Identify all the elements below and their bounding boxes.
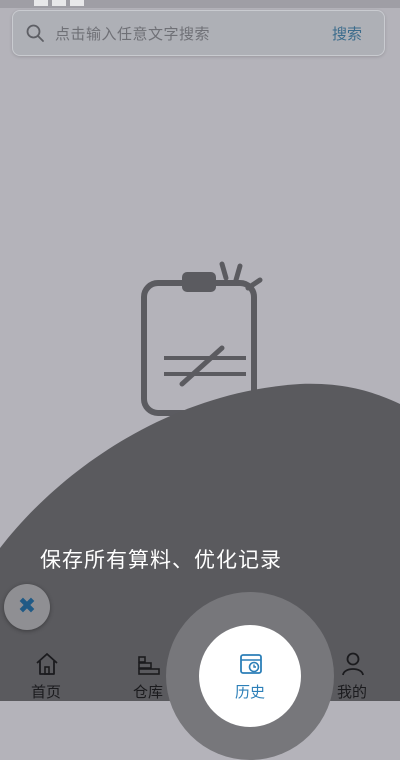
bottom-tab-bar: 首页 仓库 历史 我的: [0, 646, 400, 701]
history-icon: [240, 654, 262, 674]
home-icon: [36, 653, 58, 675]
warehouse-icon: [138, 656, 160, 675]
tab-profile[interactable]: 我的: [312, 646, 392, 701]
status-indicator: [34, 0, 48, 6]
search-input[interactable]: 点击输入任意文字搜索: [55, 23, 210, 44]
search-button[interactable]: 搜索: [332, 23, 362, 44]
status-bar: [0, 0, 400, 8]
tab-home[interactable]: 首页: [6, 646, 86, 701]
tab-history[interactable]: 历史: [210, 646, 290, 701]
status-indicator: [70, 0, 84, 6]
tab-label: 我的: [336, 683, 367, 701]
user-icon: [342, 652, 364, 676]
empty-state-label: 无记录: [179, 431, 221, 447]
tab-label: 仓库: [132, 683, 163, 701]
tab-label: 历史: [234, 683, 265, 701]
close-icon: ✖: [17, 594, 37, 619]
close-guide-button[interactable]: ✖: [4, 584, 50, 630]
search-bar[interactable]: 点击输入任意文字搜索 搜索: [12, 10, 385, 56]
search-icon: [26, 24, 44, 42]
status-indicator: [52, 0, 66, 6]
guide-text: 保存所有算料、优化记录: [40, 548, 282, 572]
tab-label: 首页: [30, 683, 61, 701]
tab-warehouse[interactable]: 仓库: [108, 646, 188, 701]
empty-clipboard-icon: [141, 261, 263, 416]
